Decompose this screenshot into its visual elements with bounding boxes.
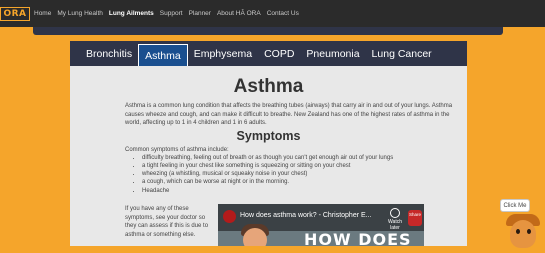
- tab-pneumonia[interactable]: Pneumonia: [300, 41, 365, 66]
- intro-paragraph: Asthma is a common lung condition that a…: [125, 103, 453, 126]
- nav-support[interactable]: Support: [160, 10, 183, 17]
- share-button[interactable]: Share: [408, 210, 422, 226]
- helper-label: Click Me: [503, 202, 527, 209]
- list-item: a tight feeling in your chest like somet…: [142, 162, 467, 170]
- tab-emphysema[interactable]: Emphysema: [188, 41, 258, 66]
- channel-logo-icon[interactable]: [223, 210, 236, 223]
- ailment-tabs: Bronchitis Asthma Emphysema COPD Pneumon…: [70, 41, 467, 66]
- video-overlay-text: HOW DOES: [304, 230, 412, 246]
- mascot-eye-right: [527, 229, 531, 234]
- list-item: Headache: [142, 187, 467, 195]
- nav-planner[interactable]: Planner: [189, 10, 211, 17]
- list-item: a cough, which can be worse at night or …: [142, 178, 467, 186]
- video-title[interactable]: How does asthma work? - Christopher E...: [240, 212, 372, 219]
- nav-home[interactable]: Home: [34, 10, 51, 17]
- tab-bronchitis[interactable]: Bronchitis: [80, 41, 138, 66]
- clock-icon: [390, 208, 400, 218]
- tab-asthma[interactable]: Asthma: [138, 44, 188, 66]
- video-character-face: [243, 228, 267, 246]
- helper-button[interactable]: Click Me: [500, 199, 530, 212]
- nav-contact[interactable]: Contact Us: [267, 10, 299, 17]
- tab-copd[interactable]: COPD: [258, 41, 300, 66]
- nav-about[interactable]: About HĀ ORA: [217, 10, 261, 17]
- main-nav: Home My Lung Health Lung Ailments Suppor…: [34, 10, 299, 17]
- share-label: Share: [408, 212, 421, 217]
- list-item: difficulty breathing, feeling out of bre…: [142, 154, 467, 162]
- watch-later-button[interactable]: Watch later: [384, 208, 406, 231]
- list-item: wheezing (a whistling, musical or squeak…: [142, 170, 467, 178]
- symptoms-list: difficulty breathing, feeling out of bre…: [142, 154, 467, 195]
- site-logo[interactable]: ORA: [0, 0, 30, 27]
- page-title: Asthma: [233, 76, 304, 97]
- nav-lung-ailments[interactable]: Lung Ailments: [109, 10, 154, 17]
- mascot-eye-left: [516, 229, 520, 234]
- logo-text: ORA: [0, 6, 30, 21]
- side-note: If you have any of these symptoms, see y…: [125, 206, 209, 238]
- symptoms-heading: Symptoms: [236, 128, 301, 143]
- symptoms-intro: Common symptoms of asthma include:: [125, 146, 229, 153]
- tab-lung-cancer[interactable]: Lung Cancer: [366, 41, 438, 66]
- video-embed[interactable]: How does asthma work? - Christopher E...…: [218, 204, 424, 246]
- banner-strip: [33, 27, 503, 35]
- mascot-avatar[interactable]: [510, 220, 536, 248]
- nav-my-lung-health[interactable]: My Lung Health: [57, 10, 103, 17]
- top-navbar: ORA Home My Lung Health Lung Ailments Su…: [0, 0, 545, 27]
